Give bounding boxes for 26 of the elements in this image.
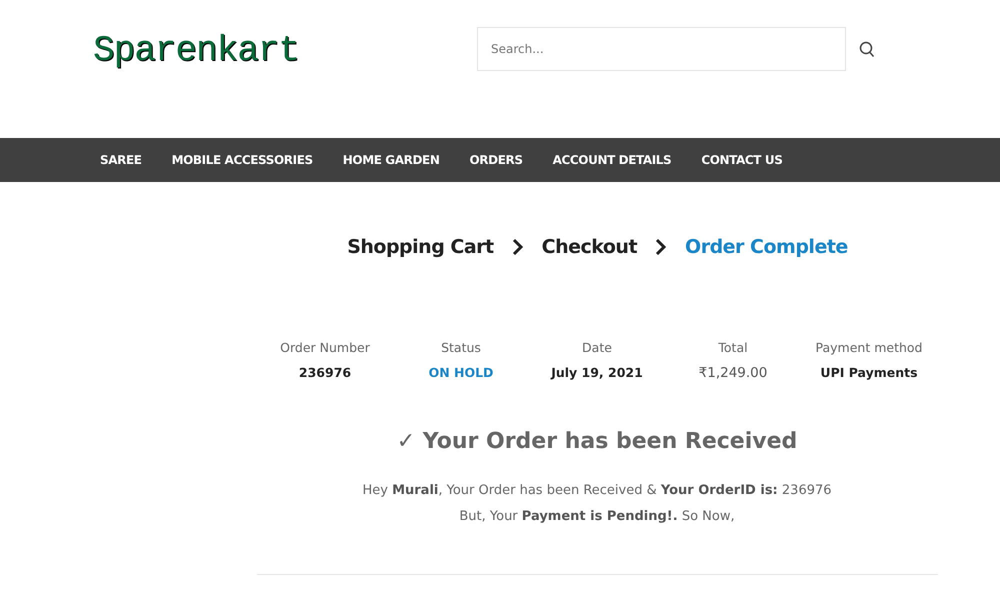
- nav-link[interactable]: CONTACT US: [701, 153, 782, 167]
- logo[interactable]: Sparenkart: [93, 30, 300, 71]
- detail-label: Status: [440, 340, 482, 355]
- detail-value: 236976: [298, 365, 352, 381]
- nav-link[interactable]: ORDERS: [470, 153, 523, 167]
- checkout-step: Order Complete: [685, 236, 848, 258]
- detail-label: Order Number: [279, 340, 371, 355]
- detail-value: UPI Payments: [819, 365, 919, 381]
- confirmation-heading: ✓ Your Order has been Received: [396, 429, 798, 454]
- nav-link[interactable]: SAREE: [100, 153, 142, 167]
- chevron-icon: [655, 238, 668, 256]
- checkout-step: Checkout: [542, 236, 638, 258]
- nav-link[interactable]: MOBILE ACCESSORIES: [172, 153, 313, 167]
- nav-link[interactable]: ACCOUNT DETAILS: [552, 153, 672, 167]
- detail-label: Date: [581, 340, 613, 355]
- detail-label: Payment method: [814, 340, 924, 355]
- detail-value: ON HOLD: [428, 365, 494, 381]
- confirmation-message: But, Your Payment is Pending!. So Now,: [458, 508, 736, 526]
- chevron-icon: [512, 238, 524, 256]
- detail-value: ₹1,249.00: [698, 365, 768, 381]
- detail-label: Total: [717, 340, 749, 355]
- confirmation-message: Hey Murali, Your Order has been Received & Your OrderID is: 236976: [361, 482, 833, 500]
- checkout-step: Shopping Cart: [347, 236, 494, 258]
- search-icon: [858, 40, 874, 58]
- detail-value: July 19, 2021: [550, 365, 644, 381]
- nav-link[interactable]: HOME GARDEN: [342, 153, 440, 167]
